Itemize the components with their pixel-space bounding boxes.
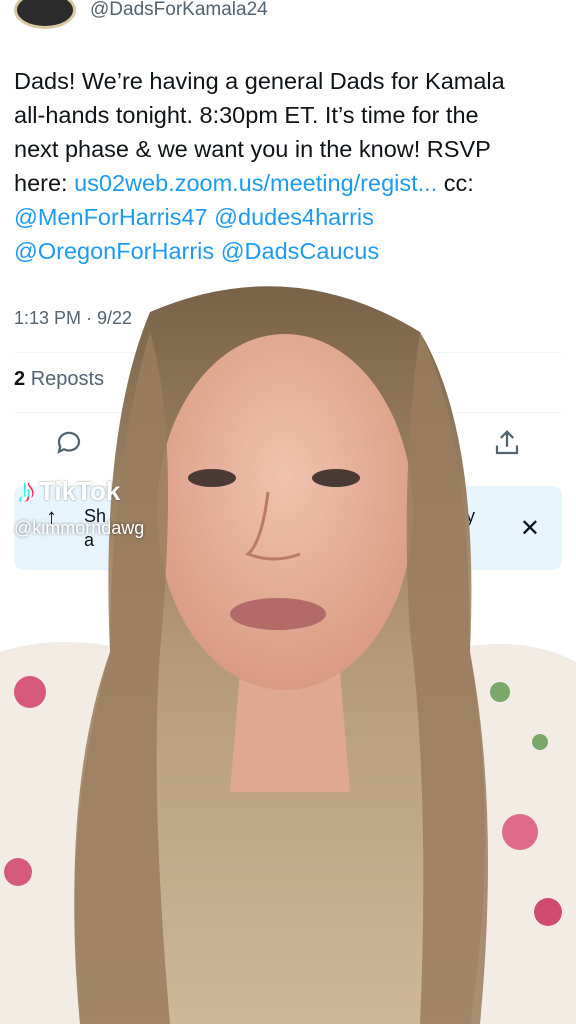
- person-video: [0, 286, 576, 1024]
- mention-link[interactable]: @OregonForHarris: [14, 238, 214, 264]
- tweet-line-4-prefix: here:: [14, 170, 75, 196]
- tweet-line-2: all-hands tonight. 8:30pm ET. It’s time …: [14, 102, 479, 128]
- tweet-line-3: next phase & we want you in the know! RS…: [14, 136, 491, 162]
- tweet-author-row[interactable]: @DadsForKamala24: [14, 0, 268, 32]
- meeting-link[interactable]: us02web.zoom.us/meeting/regist...: [74, 170, 437, 196]
- tweet-line-4-suffix: cc:: [437, 170, 474, 196]
- mention-link[interactable]: @DadsCaucus: [221, 238, 379, 264]
- tiktok-username: @kimmorndawg: [14, 518, 145, 538]
- tweet-line-6: @OregonForHarris @DadsCaucus: [14, 234, 562, 268]
- tiktok-logo-icon: ♪: [18, 472, 35, 510]
- tweet-line-5: @MenForHarris47 @dudes4harris: [14, 200, 562, 234]
- tiktok-brand: TikTok: [39, 476, 121, 506]
- tweet-line-1: Dads! We’re having a general Dads for Ka…: [14, 68, 505, 94]
- mention-link[interactable]: @MenForHarris47: [14, 204, 208, 230]
- tweet-line-4: here: us02web.zoom.us/meeting/regist... …: [14, 166, 562, 200]
- avatar[interactable]: [14, 0, 76, 29]
- author-handle[interactable]: @DadsForKamala24: [90, 0, 268, 21]
- tiktok-watermark: ♪ TikTok: [18, 472, 120, 511]
- tweet-text: Dads! We’re having a general Dads for Ka…: [14, 64, 562, 268]
- mention-link[interactable]: @dudes4harris: [214, 204, 374, 230]
